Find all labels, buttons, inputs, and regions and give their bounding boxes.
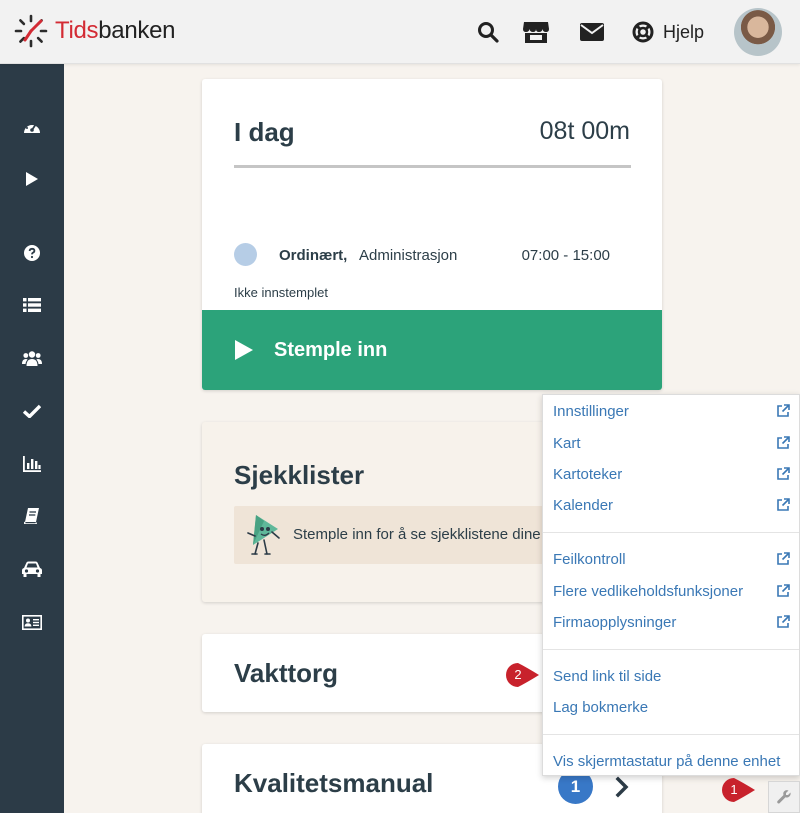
wrench-icon [777, 790, 791, 804]
sidebar-item-contacts[interactable] [0, 602, 64, 642]
help-button[interactable]: Hjelp [632, 18, 704, 46]
chart-icon [23, 456, 41, 472]
sidebar-item-handbook[interactable] [0, 496, 64, 536]
menu-item-label: Flere vedlikeholdsfunksjoner [553, 582, 744, 600]
callout-number: 1 [730, 782, 738, 797]
sidebar-item-help[interactable] [0, 233, 64, 273]
menu-item-bookmark[interactable]: Lag bokmerke [543, 693, 799, 721]
shift-market-title: Vakttorg [234, 658, 339, 688]
mail-button[interactable] [578, 18, 606, 46]
tools-menu: Innstillinger Kart Kartoteker Kalender F… [542, 394, 800, 776]
external-link-icon [777, 404, 790, 417]
shift-status-dot [234, 243, 257, 266]
stamp-in-button[interactable]: Stemple inn [202, 310, 662, 390]
menu-item-label: Firmaopplysninger [553, 613, 677, 631]
stamp-in-label: Stemple inn [274, 338, 388, 361]
menu-item-calendar[interactable]: Kalender [543, 491, 799, 519]
store-icon [523, 22, 549, 43]
lifebuoy-icon [632, 21, 654, 43]
menu-item-label: Feilkontroll [553, 550, 626, 568]
list-icon [23, 298, 41, 312]
sidebar-item-tasks[interactable] [0, 391, 64, 431]
users-icon [22, 351, 42, 366]
menu-item-map[interactable]: Kart [543, 429, 799, 457]
logo[interactable]: Tidsbanken [14, 14, 176, 48]
menu-item-label: Kalender [553, 496, 614, 514]
shift-type: Ordinært, [279, 247, 348, 264]
car-icon [22, 561, 42, 577]
external-link-icon [777, 436, 790, 449]
check-icon [23, 404, 41, 418]
checklists-notice-text: Stemple inn for å se sjekklistene dine [293, 526, 541, 543]
today-progress-bar [234, 165, 631, 168]
menu-item-label: Innstillinger [553, 402, 629, 420]
sidebar-item-start[interactable] [0, 159, 64, 199]
brand-prefix: Tids [55, 17, 99, 44]
shift-department: Administrasjon [359, 247, 458, 264]
search-button[interactable] [474, 18, 502, 46]
search-icon [478, 22, 499, 43]
external-link-icon [777, 615, 790, 628]
tools-button[interactable] [768, 781, 800, 813]
menu-item-company-info[interactable]: Firmaopplysninger [543, 608, 799, 636]
callout-badge-1: 1 [722, 778, 755, 802]
checklists-title: Sjekklister [234, 460, 365, 490]
chevron-right-icon[interactable] [608, 773, 636, 801]
dashboard-icon [24, 122, 40, 133]
external-link-icon [777, 552, 790, 565]
menu-item-onscreen-keyboard[interactable]: Vis skjermtastatur på denne enhet [543, 747, 799, 775]
menu-item-label: Kartoteker [553, 465, 623, 483]
callout-number: 2 [514, 667, 522, 682]
sidebar [0, 64, 64, 813]
menu-item-error-check[interactable]: Feilkontroll [543, 545, 799, 573]
menu-divider [543, 734, 799, 735]
menu-item-label: Lag bokmerke [553, 698, 649, 716]
today-title: I dag [234, 117, 295, 147]
sidebar-item-vehicles[interactable] [0, 549, 64, 589]
menu-item-settings[interactable]: Innstillinger [543, 397, 799, 425]
logo-mark-icon [14, 14, 48, 48]
external-link-icon [777, 467, 790, 480]
stamp-status: Ikke innstemplet [234, 285, 328, 300]
play-icon [26, 172, 38, 186]
sidebar-item-reports[interactable] [0, 444, 64, 484]
brand-name: Tidsbanken [55, 17, 176, 45]
today-card: I dag 08t 00m Ordinært, Administrasjon 0… [202, 79, 662, 390]
callout-badge-2: 2 [506, 663, 539, 687]
brand-suffix: banken [98, 17, 176, 44]
menu-item-maintenance[interactable]: Flere vedlikeholdsfunksjoner [543, 577, 799, 605]
quality-manual-title: Kvalitetsmanual [234, 768, 434, 798]
menu-item-label: Send link til side [553, 667, 662, 685]
help-icon [24, 245, 40, 261]
id-card-icon [22, 614, 42, 630]
sidebar-item-list[interactable] [0, 285, 64, 325]
store-button[interactable] [520, 18, 552, 46]
external-link-icon [777, 584, 790, 597]
help-label: Hjelp [663, 21, 705, 42]
play-icon [235, 340, 253, 360]
menu-item-registers[interactable]: Kartoteker [543, 460, 799, 488]
shift-time: 07:00 - 15:00 [521, 247, 610, 264]
top-bar: Tidsbanken Hjelp [0, 0, 800, 64]
external-link-icon [777, 498, 790, 511]
sidebar-item-dashboard[interactable] [0, 107, 64, 147]
menu-divider [543, 532, 799, 533]
mascot-icon [247, 515, 280, 555]
book-icon [24, 508, 39, 524]
mail-icon [580, 23, 604, 41]
sidebar-item-users[interactable] [0, 338, 64, 378]
menu-item-send-link[interactable]: Send link til side [543, 662, 799, 690]
avatar[interactable] [734, 8, 782, 56]
menu-divider [543, 649, 799, 650]
today-hours: 08t 00m [539, 117, 630, 145]
menu-item-label: Vis skjermtastatur på denne enhet [553, 752, 781, 770]
menu-item-label: Kart [553, 434, 581, 452]
